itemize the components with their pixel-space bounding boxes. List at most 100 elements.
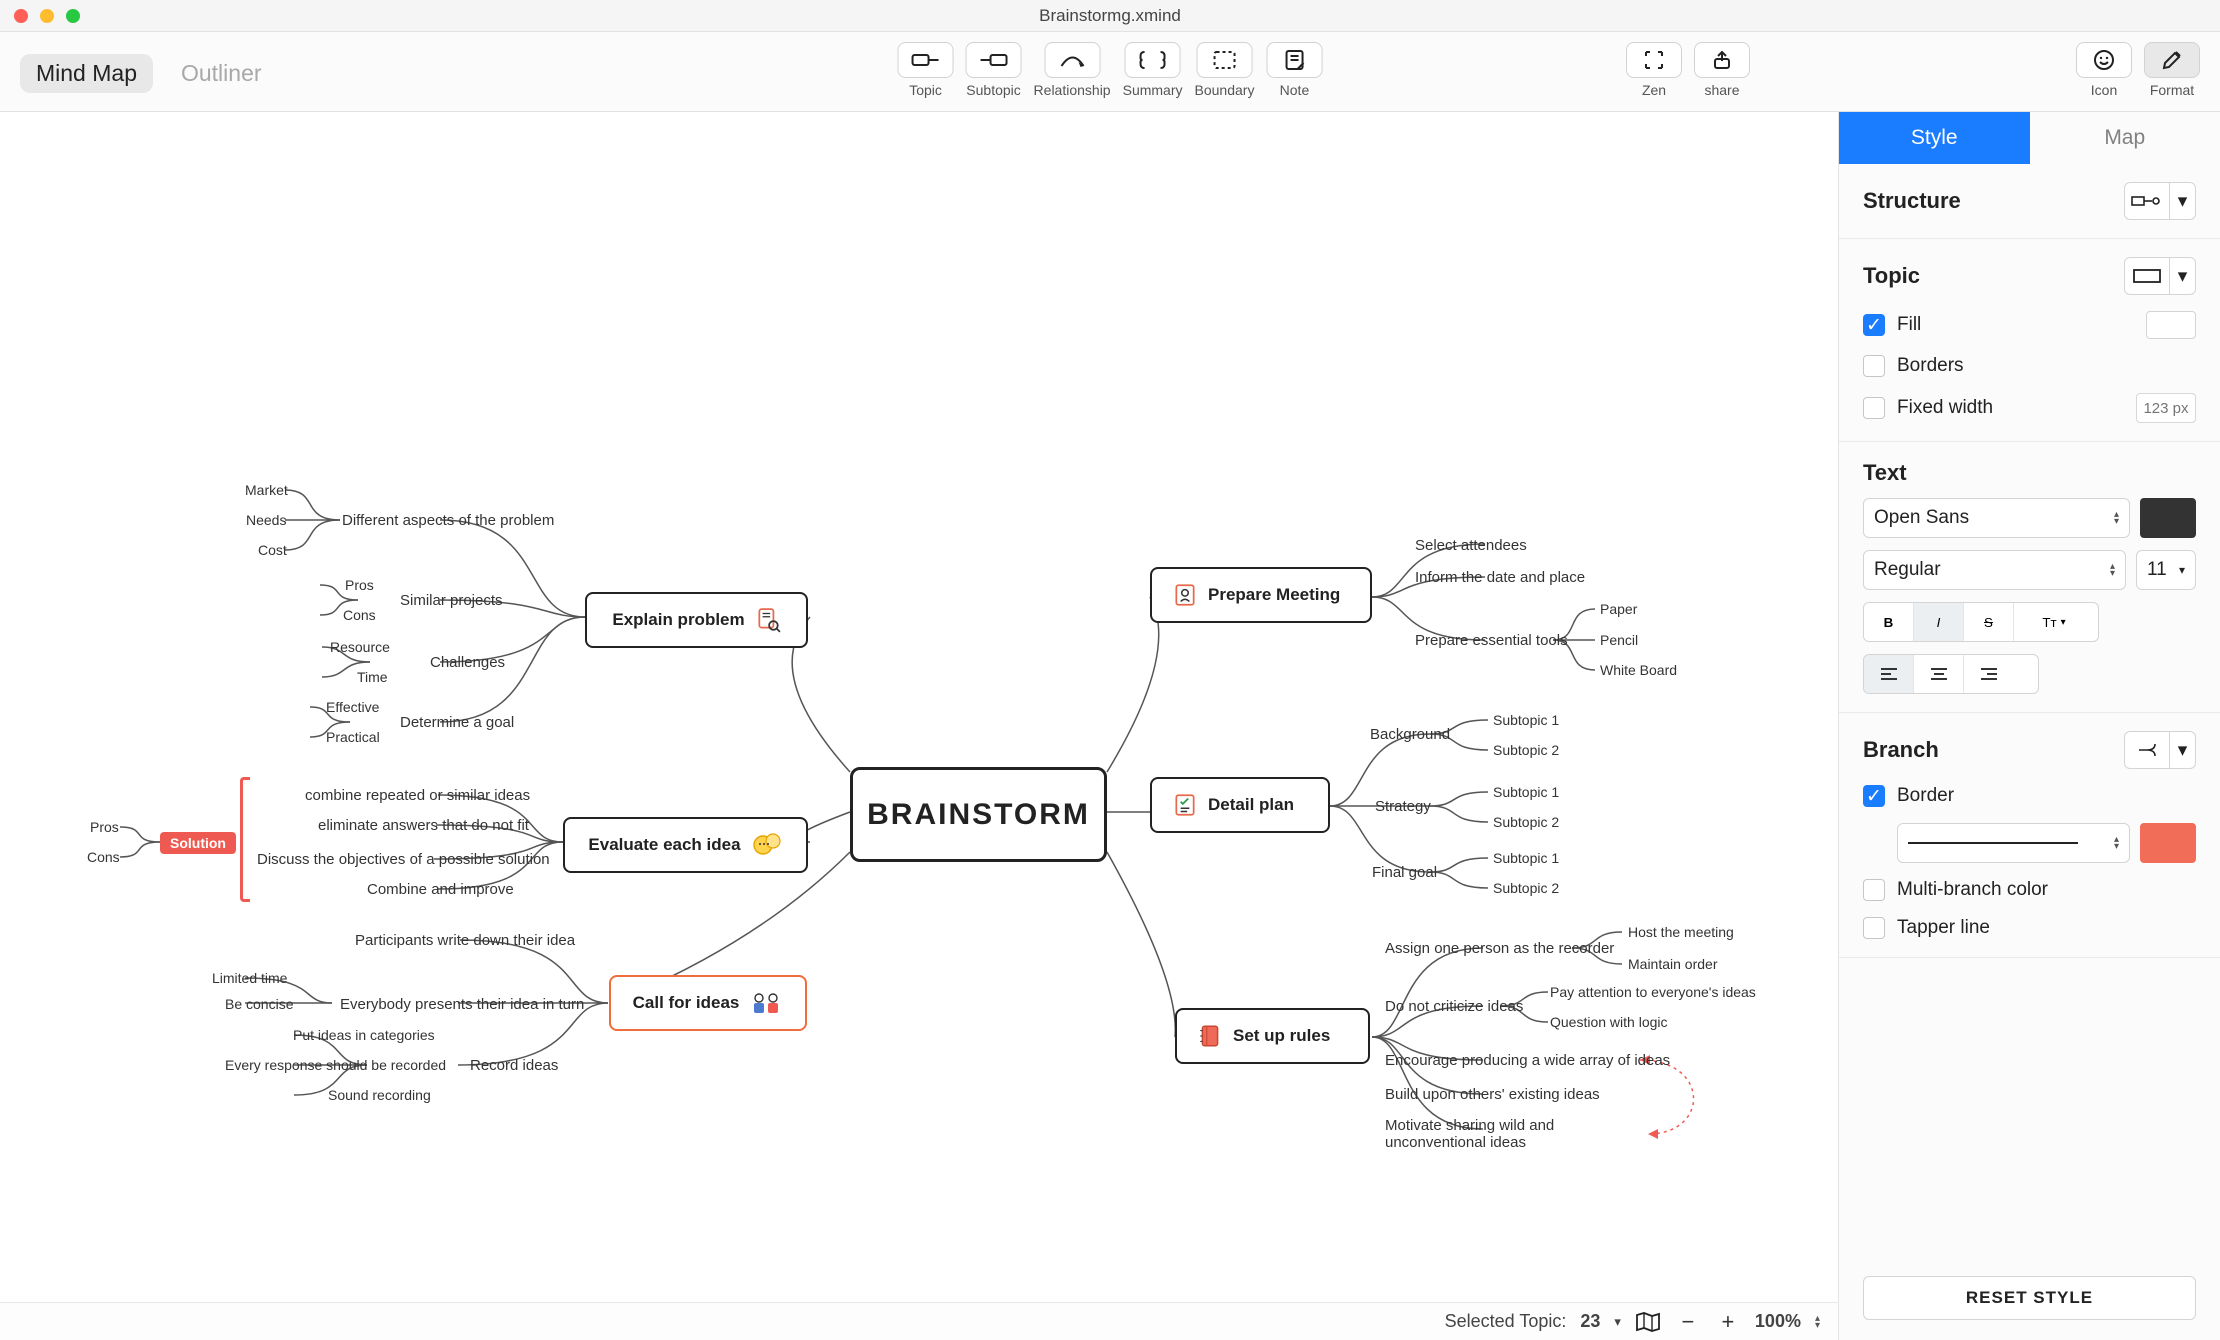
node-call-for-ideas[interactable]: Call for ideas [609,975,807,1031]
borders-checkbox[interactable] [1863,355,1885,377]
rules-i0-l1[interactable]: Maintain order [1628,956,1718,972]
detail-g2-l1[interactable]: Subtopic 2 [1493,880,1559,896]
align-left-button[interactable] [1864,655,1914,693]
tool-note[interactable]: Note [1266,42,1322,98]
leaf-resource[interactable]: Resource [330,639,390,655]
border-line-select[interactable]: ▴▾ [1897,823,2130,863]
tab-outliner[interactable]: Outliner [165,54,278,93]
fill-checkbox[interactable]: ✓ [1863,314,1885,336]
node-evaluate-each-idea[interactable]: Evaluate each idea [563,817,808,873]
leaf-sol-pros[interactable]: Pros [90,819,119,835]
tool-zen[interactable]: Zen [1626,42,1682,98]
map-outline-icon[interactable] [1635,1311,1661,1333]
leaf-time[interactable]: Time [357,669,388,685]
leaf-needs[interactable]: Needs [246,512,286,528]
selected-topic-count[interactable]: 23 [1580,1311,1600,1332]
fill-color-swatch[interactable] [2146,311,2196,339]
detail-g1-l0[interactable]: Subtopic 1 [1493,784,1559,800]
call-b1-l0[interactable]: Limited time [212,970,287,986]
align-right-button[interactable] [1964,655,2014,693]
call-b2-l1[interactable]: Every response should be recorded [225,1057,446,1073]
rules-i1[interactable]: Do not criticize ideas [1385,998,1523,1015]
tapper-line-checkbox[interactable] [1863,917,1885,939]
tool-format[interactable]: Format [2144,42,2200,98]
call-b2-l0[interactable]: Put ideas in categories [293,1027,435,1043]
zoom-stepper-icon[interactable]: ▴▾ [1815,1315,1820,1329]
prep-i1[interactable]: Inform the date and place [1415,569,1585,586]
eval-item-1[interactable]: eliminate answers that do not fit [318,817,529,834]
call-b1[interactable]: Everybody presents their idea in turn [340,996,584,1013]
rules-i3[interactable]: Build upon others' existing ideas [1385,1086,1600,1103]
font-weight-select[interactable]: Regular ▴▾ [1863,550,2126,590]
leaf-practical[interactable]: Practical [326,729,380,745]
detail-g1-l1[interactable]: Subtopic 2 [1493,814,1559,830]
mid-similar[interactable]: Similar projects [400,592,503,609]
fixed-width-input[interactable] [2136,393,2196,423]
sidebar-tab-style[interactable]: Style [1839,112,2030,164]
leaf-sol-cons[interactable]: Cons [87,849,120,865]
strikethrough-button[interactable]: S [1964,603,2014,641]
detail-g0-l0[interactable]: Subtopic 1 [1493,712,1559,728]
rules-i0[interactable]: Assign one person as the recorder [1385,940,1614,957]
multi-branch-checkbox[interactable] [1863,879,1885,901]
node-prepare-meeting[interactable]: Prepare Meeting [1150,567,1372,623]
node-detail-plan[interactable]: Detail plan [1150,777,1330,833]
maximize-window-icon[interactable] [66,9,80,23]
node-central[interactable]: BRAINSTORM [850,767,1107,862]
tool-relationship[interactable]: Relationship [1034,42,1111,98]
align-center-button[interactable] [1914,655,1964,693]
canvas[interactable]: BRAINSTORM Explain problem Different asp… [0,112,1838,1340]
detail-g0-l1[interactable]: Subtopic 2 [1493,742,1559,758]
reset-style-button[interactable]: RESET STYLE [1863,1276,2196,1320]
mid-aspects[interactable]: Different aspects of the problem [342,512,554,529]
italic-button[interactable]: I [1914,603,1964,641]
solution-label[interactable]: Solution [160,832,236,854]
minimize-window-icon[interactable] [40,9,54,23]
tool-share[interactable]: share [1694,42,1750,98]
tool-boundary[interactable]: Boundary [1195,42,1255,98]
detail-g2[interactable]: Final goal [1372,864,1437,881]
prep-tools[interactable]: Prepare essential tools [1415,632,1568,649]
detail-g2-l0[interactable]: Subtopic 1 [1493,850,1559,866]
eval-item-3[interactable]: Combine and improve [367,881,514,898]
sidebar-tab-map[interactable]: Map [2030,112,2220,164]
structure-select[interactable]: ▾ [2124,182,2196,220]
topic-shape-select[interactable]: ▾ [2124,257,2196,295]
prep-i0[interactable]: Select attendees [1415,537,1527,554]
detail-g1[interactable]: Strategy [1375,798,1431,815]
call-b1-l1[interactable]: Be concise [225,996,293,1012]
rules-i1-l1[interactable]: Question with logic [1550,1014,1668,1030]
call-b0[interactable]: Participants write down their idea [355,932,575,949]
tool-topic[interactable]: Topic [898,42,954,98]
zoom-in-button[interactable]: + [1715,1309,1741,1335]
tab-mind-map[interactable]: Mind Map [20,54,153,93]
mid-challenges[interactable]: Challenges [430,654,505,671]
leaf-pros1[interactable]: Pros [345,577,374,593]
prep-l2[interactable]: White Board [1600,662,1677,678]
leaf-market[interactable]: Market [245,482,288,498]
chevron-down-icon[interactable]: ▾ [1614,1314,1621,1330]
font-size-select[interactable]: 11 ▾ [2136,550,2196,590]
border-color-swatch[interactable] [2140,823,2196,863]
fixed-width-checkbox[interactable] [1863,397,1885,419]
eval-item-2[interactable]: Discuss the objectives of a possible sol… [257,851,550,868]
call-b2[interactable]: Record ideas [470,1057,558,1074]
mid-goal[interactable]: Determine a goal [400,714,514,731]
detail-g0[interactable]: Background [1370,726,1450,743]
close-window-icon[interactable] [14,9,28,23]
prep-l0[interactable]: Paper [1600,601,1637,617]
text-color-swatch[interactable] [2140,498,2196,538]
rules-i1-l0[interactable]: Pay attention to everyone's ideas [1550,984,1756,1000]
eval-item-0[interactable]: combine repeated or similar ideas [305,787,530,804]
bold-button[interactable]: B [1864,603,1914,641]
node-set-up-rules[interactable]: Set up rules [1175,1008,1370,1064]
leaf-effective[interactable]: Effective [326,699,379,715]
text-transform-button[interactable]: Tᴛ ▾ [2014,603,2094,641]
border-checkbox[interactable]: ✓ [1863,785,1885,807]
call-b2-l2[interactable]: Sound recording [328,1087,431,1103]
leaf-cost[interactable]: Cost [258,542,287,558]
rules-i4[interactable]: Motivate sharing wild and unconventional… [1385,1117,1640,1151]
node-explain-problem[interactable]: Explain problem [585,592,808,648]
tool-summary[interactable]: Summary [1123,42,1183,98]
rules-i2[interactable]: Encourage producing a wide array of idea… [1385,1052,1670,1069]
